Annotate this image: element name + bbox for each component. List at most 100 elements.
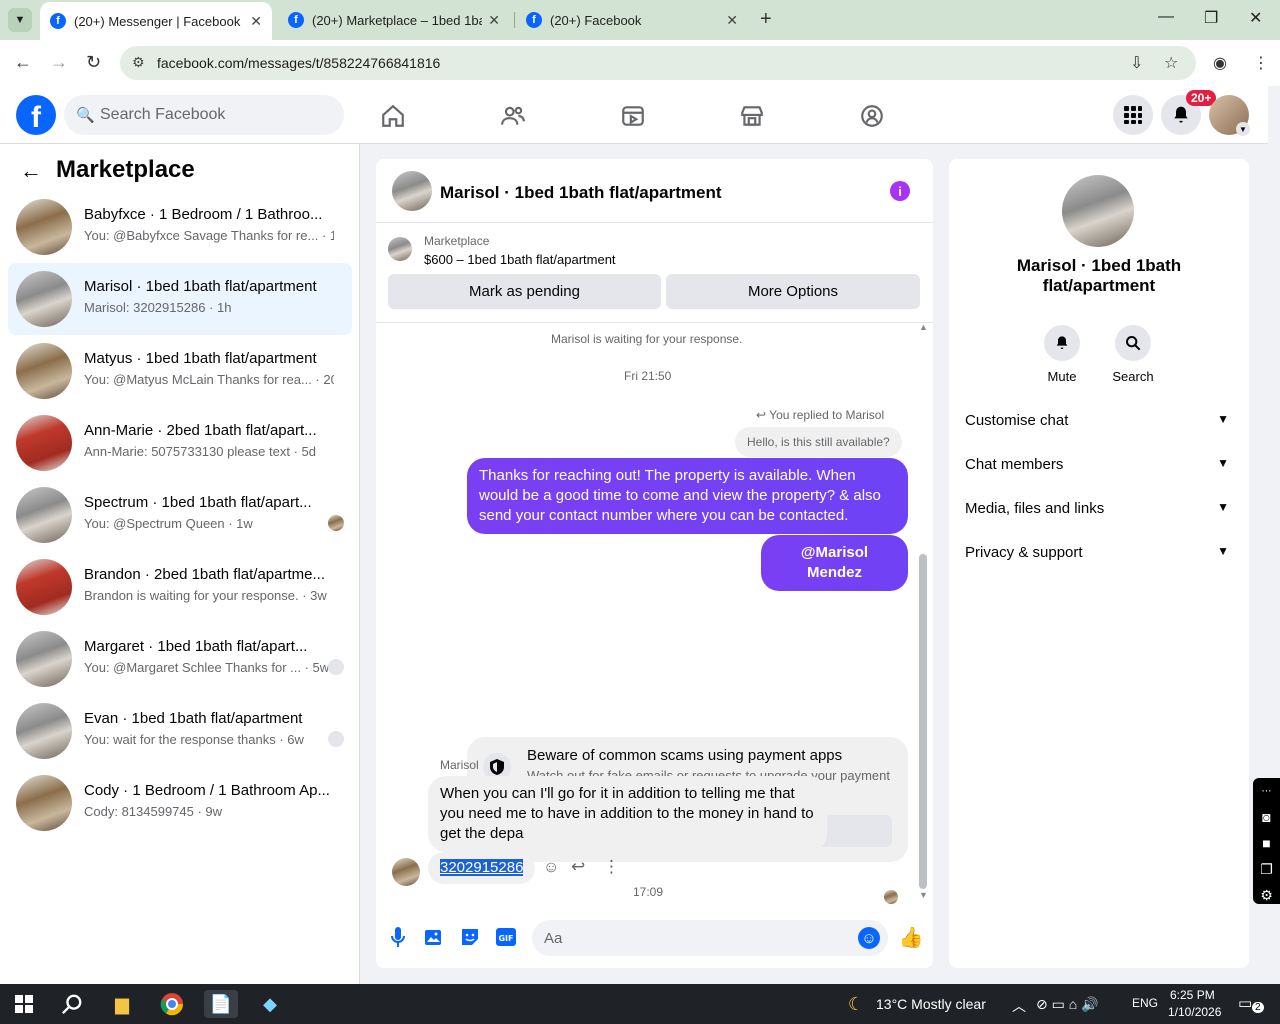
chat-scrollbar[interactable]: ▲ ▼ bbox=[919, 322, 929, 904]
search-action[interactable]: Search bbox=[1103, 325, 1163, 384]
groups-icon[interactable] bbox=[856, 100, 888, 132]
sender-avatar[interactable] bbox=[392, 858, 420, 886]
tab-marketplace[interactable]: f (20+) Marketplace – 1bed 1bath ✕ bbox=[278, 0, 510, 40]
tab-facebook[interactable]: f (20+) Facebook ✕ bbox=[516, 0, 748, 40]
close-window-button[interactable]: ✕ bbox=[1249, 8, 1262, 28]
search-box[interactable]: 🔍 bbox=[64, 95, 344, 135]
url-bar[interactable]: ⚙ facebook.com/messages/t/85822476684181… bbox=[120, 46, 1196, 80]
chrome-icon[interactable] bbox=[158, 990, 186, 1018]
scrollbar-thumb[interactable] bbox=[919, 554, 927, 889]
tab-separator bbox=[514, 12, 515, 28]
conversation-item[interactable]: Ann-Marie · 2bed 1bath flat/apart... Ann-… bbox=[8, 407, 352, 479]
search-icon[interactable] bbox=[58, 990, 86, 1018]
app-icon[interactable]: ◆ bbox=[256, 990, 284, 1018]
mark-as-pending-button[interactable]: Mark as pending bbox=[388, 274, 661, 309]
reload-button[interactable]: ↻ bbox=[86, 52, 101, 73]
bookmark-star-icon[interactable]: ☆ bbox=[1164, 53, 1178, 73]
back-button[interactable]: ← bbox=[14, 52, 32, 73]
file-explorer-icon[interactable]: ▆ bbox=[108, 990, 136, 1018]
reply-icon[interactable]: ↩ bbox=[571, 857, 585, 877]
conversation-item[interactable]: Margaret · 1bed 1bath flat/apart... You: … bbox=[8, 623, 352, 695]
section-privacy-support[interactable]: Privacy & support ▼ bbox=[965, 532, 1237, 572]
facebook-logo-icon[interactable]: f bbox=[16, 95, 56, 135]
sticker-icon[interactable] bbox=[459, 926, 481, 948]
message-input-box[interactable]: ☺ bbox=[532, 920, 888, 956]
listing-price-title[interactable]: $600 – 1bed 1bath flat/apartment bbox=[424, 252, 616, 267]
mute-action[interactable]: Mute bbox=[1032, 325, 1092, 384]
microphone-icon[interactable] bbox=[387, 926, 409, 948]
close-tab-icon[interactable]: ✕ bbox=[726, 12, 738, 29]
friends-icon[interactable] bbox=[497, 100, 529, 132]
react-emoji-icon[interactable]: ☺ bbox=[543, 859, 559, 877]
clock-date[interactable]: 1/10/2026 bbox=[1168, 1005, 1221, 1019]
notification-center-icon[interactable]: ▭ bbox=[1238, 994, 1252, 1012]
forward-button[interactable]: → bbox=[50, 52, 68, 73]
tab-search-dropdown[interactable]: ▼ bbox=[8, 8, 32, 32]
gif-icon[interactable]: GIF bbox=[495, 926, 517, 948]
marketplace-listing-bar: Marketplace $600 – 1bed 1bath flat/apart… bbox=[376, 223, 933, 323]
profile-icon[interactable]: ◉ bbox=[1213, 53, 1227, 73]
section-media-files-links[interactable]: Media, files and links ▼ bbox=[965, 488, 1237, 528]
search-icon[interactable] bbox=[1115, 325, 1151, 361]
home-icon[interactable] bbox=[377, 100, 409, 132]
back-arrow-icon[interactable]: ← bbox=[20, 158, 42, 184]
windows-start-icon[interactable] bbox=[10, 990, 38, 1018]
tab-messenger[interactable]: f (20+) Messenger | Facebook ✕ bbox=[40, 2, 272, 40]
minimize-button[interactable]: — bbox=[1158, 8, 1174, 26]
close-tab-icon[interactable]: ✕ bbox=[250, 13, 262, 30]
like-thumbs-up-icon[interactable]: 👍 bbox=[899, 926, 924, 949]
conversation-item[interactable]: Marisol · 1bed 1bath flat/apartment Maris… bbox=[8, 263, 352, 335]
section-customise-chat[interactable]: Customise chat ▼ bbox=[965, 400, 1237, 440]
clock-time[interactable]: 6:25 PM bbox=[1170, 988, 1215, 1002]
widget-more-icon[interactable]: ⋯ bbox=[1253, 778, 1280, 804]
listing-thumbnail[interactable] bbox=[388, 237, 412, 261]
details-avatar[interactable] bbox=[1062, 175, 1134, 247]
window-icon[interactable]: ❐ bbox=[1253, 856, 1280, 882]
url-text[interactable]: facebook.com/messages/t/858224766841816 bbox=[157, 55, 440, 71]
install-app-icon[interactable]: ⇩ bbox=[1130, 53, 1143, 73]
conversation-item[interactable]: Evan · 1bed 1bath flat/apartment You: wai… bbox=[8, 695, 352, 767]
facebook-header: f 🔍 20+ ▼ bbox=[0, 86, 1268, 144]
conversation-item[interactable]: Brandon · 2bed 1bath flat/apartme... Bran… bbox=[8, 551, 352, 623]
conversation-item[interactable]: Matyus · 1bed 1bath flat/apartment You: @… bbox=[8, 335, 352, 407]
more-actions-icon[interactable]: ⋮ bbox=[603, 857, 620, 877]
their-message-bubble[interactable]: When you can I'll go for it in addition … bbox=[428, 776, 827, 852]
conversation-item[interactable]: Babyfxce · 1 Bedroom / 1 Bathroo... You: … bbox=[8, 191, 352, 263]
info-icon[interactable]: i bbox=[890, 181, 910, 201]
menu-grid-button[interactable] bbox=[1113, 95, 1153, 135]
language-indicator[interactable]: ENG bbox=[1132, 996, 1158, 1010]
settings-gear-icon[interactable]: ⚙ bbox=[1253, 882, 1280, 908]
my-message-bubble[interactable]: Thanks for reaching out! The property is… bbox=[467, 458, 908, 534]
phone-number-selected[interactable]: 3202915286 bbox=[440, 859, 524, 876]
message-input[interactable] bbox=[544, 920, 844, 956]
notepad-app-icon[interactable]: 📄 bbox=[204, 990, 238, 1018]
scroll-up-icon[interactable]: ▲ bbox=[919, 322, 928, 332]
more-options-button[interactable]: More Options bbox=[666, 274, 920, 309]
conversation-item[interactable]: Spectrum · 1bed 1bath flat/apart... You: … bbox=[8, 479, 352, 551]
weather-text[interactable]: 13°C Mostly clear bbox=[876, 996, 986, 1012]
chat-avatar[interactable] bbox=[392, 171, 432, 211]
site-info-icon[interactable]: ⚙ bbox=[132, 54, 145, 71]
tray-icons[interactable]: ⊘ ▭ ⌂ 🔊 bbox=[1036, 996, 1099, 1013]
camera-icon[interactable]: ◙ bbox=[1253, 804, 1280, 830]
scroll-down-icon[interactable]: ▼ bbox=[919, 890, 928, 900]
marketplace-icon[interactable] bbox=[736, 100, 768, 132]
browser-menu-icon[interactable]: ⋮ bbox=[1253, 53, 1269, 73]
chat-title[interactable]: Marisol · 1bed 1bath flat/apartment bbox=[440, 183, 722, 203]
conversation-item[interactable]: Cody · 1 Bedroom / 1 Bathroom Ap... Cody:… bbox=[8, 767, 352, 839]
close-tab-icon[interactable]: ✕ bbox=[488, 12, 500, 29]
restore-button[interactable]: ❐ bbox=[1204, 8, 1218, 28]
phone-message-bubble[interactable]: 3202915286 bbox=[428, 852, 536, 884]
record-icon[interactable]: ■ bbox=[1253, 830, 1280, 856]
account-chevron-icon[interactable]: ▼ bbox=[1236, 122, 1250, 136]
tray-chevron-icon[interactable]: ︿ bbox=[1012, 996, 1026, 1016]
mention-bubble[interactable]: @Marisol Mendez bbox=[761, 535, 908, 591]
video-icon[interactable] bbox=[617, 100, 649, 132]
mute-bell-icon[interactable] bbox=[1044, 325, 1080, 361]
new-tab-button[interactable]: + bbox=[760, 8, 772, 31]
search-input[interactable] bbox=[100, 95, 330, 135]
emoji-icon[interactable]: ☺ bbox=[858, 927, 880, 949]
photo-icon[interactable] bbox=[423, 926, 445, 948]
section-chat-members[interactable]: Chat members ▼ bbox=[965, 444, 1237, 484]
quoted-message[interactable]: Hello, is this still available? bbox=[735, 427, 902, 457]
